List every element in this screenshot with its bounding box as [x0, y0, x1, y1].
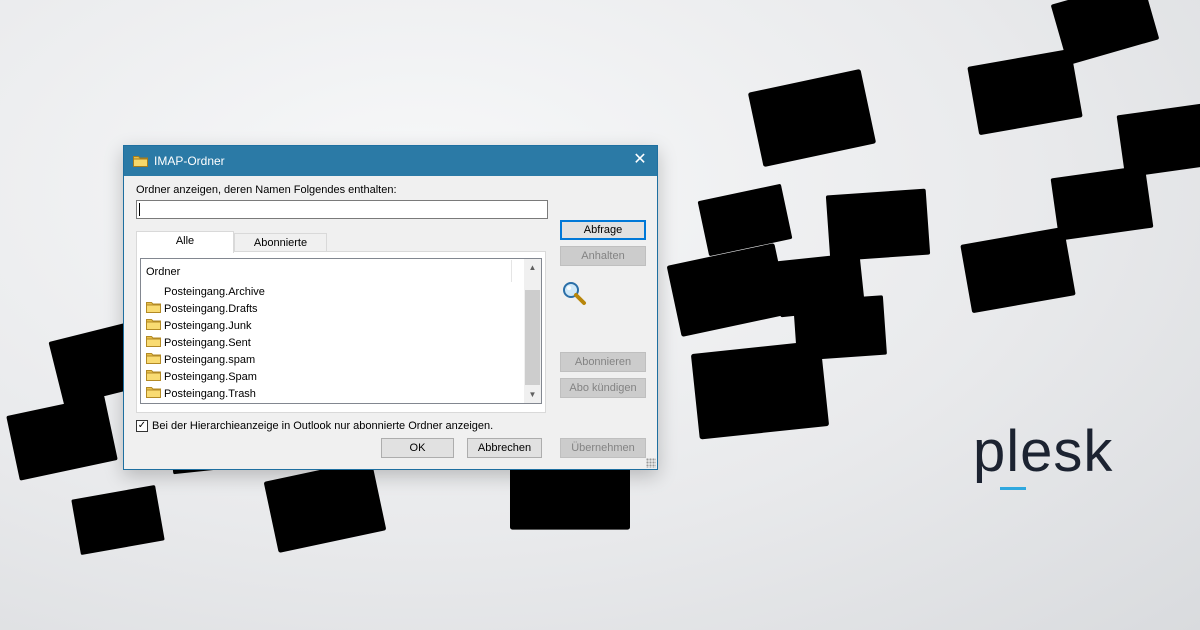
resize-grip-icon[interactable] [646, 458, 656, 468]
cancel-button[interactable]: Abbrechen [467, 438, 542, 458]
list-item[interactable]: Posteingang.Trash [146, 386, 256, 403]
list-item-label: Posteingang.spam [164, 354, 256, 366]
subscribed-only-checkbox[interactable]: ✓ [136, 420, 148, 432]
list-item-label: Posteingang.Trash [164, 388, 256, 400]
folder-filter-input[interactable] [136, 200, 548, 219]
folder-list[interactable]: Ordner Posteingang.Archive Posteingang.D… [140, 258, 542, 404]
list-item[interactable]: Posteingang.spam [146, 352, 255, 369]
magnifier-icon [563, 282, 586, 305]
plesk-logo: plesk [973, 419, 1114, 484]
column-separator [511, 260, 512, 282]
tab-all[interactable]: Alle [136, 231, 234, 253]
folder-icon [146, 370, 161, 381]
dialog-title: IMAP-Ordner [154, 154, 225, 168]
list-item-label: Posteingang.Archive [164, 286, 265, 298]
unsubscribe-button[interactable]: Abo kündigen [560, 378, 646, 398]
list-item-label: Posteingang.Junk [164, 320, 252, 332]
ok-button[interactable]: OK [381, 438, 454, 458]
list-item[interactable]: Posteingang.Junk [146, 318, 251, 335]
vertical-scrollbar[interactable]: ▲ ▼ [524, 259, 541, 403]
list-item[interactable]: Posteingang.Sent [146, 335, 251, 352]
scroll-down-arrow-icon[interactable]: ▼ [524, 386, 541, 403]
list-item[interactable]: Posteingang.Spam [146, 369, 257, 386]
query-button[interactable]: Abfrage [560, 220, 646, 240]
list-item[interactable]: Posteingang.Archive [146, 284, 265, 301]
imap-folders-dialog: IMAP-Ordner ✕ Ordner anzeigen, deren Nam… [123, 145, 658, 470]
close-icon[interactable]: ✕ [631, 151, 649, 169]
folder-icon [146, 319, 161, 330]
folder-icon [146, 336, 161, 347]
apply-button[interactable]: Übernehmen [560, 438, 646, 458]
list-item-label: Posteingang.Drafts [164, 303, 258, 315]
folder-icon [146, 387, 161, 398]
tab-panel: Ordner Posteingang.Archive Posteingang.D… [136, 251, 546, 413]
filter-label: Ordner anzeigen, deren Namen Folgendes e… [136, 184, 397, 196]
text-caret [139, 203, 140, 216]
folder-icon [133, 156, 148, 167]
subscribe-button[interactable]: Abonnieren [560, 352, 646, 372]
tab-subscribed[interactable]: Abonnierte [234, 233, 327, 253]
dialog-titlebar[interactable]: IMAP-Ordner ✕ [124, 146, 657, 176]
list-item-label: Posteingang.Sent [164, 337, 251, 349]
subscribed-only-label: Bei der Hierarchieanzeige in Outlook nur… [152, 420, 494, 432]
stop-button[interactable]: Anhalten [560, 246, 646, 266]
list-item[interactable]: Posteingang.Drafts [146, 301, 258, 318]
plesk-logo-accent [1000, 487, 1026, 490]
folder-icon [146, 302, 161, 313]
scroll-up-arrow-icon[interactable]: ▲ [524, 259, 541, 276]
scroll-thumb[interactable] [525, 290, 540, 385]
folder-icon [146, 353, 161, 364]
list-header-folder[interactable]: Ordner [146, 266, 180, 278]
list-item-label: Posteingang.Spam [164, 371, 257, 383]
